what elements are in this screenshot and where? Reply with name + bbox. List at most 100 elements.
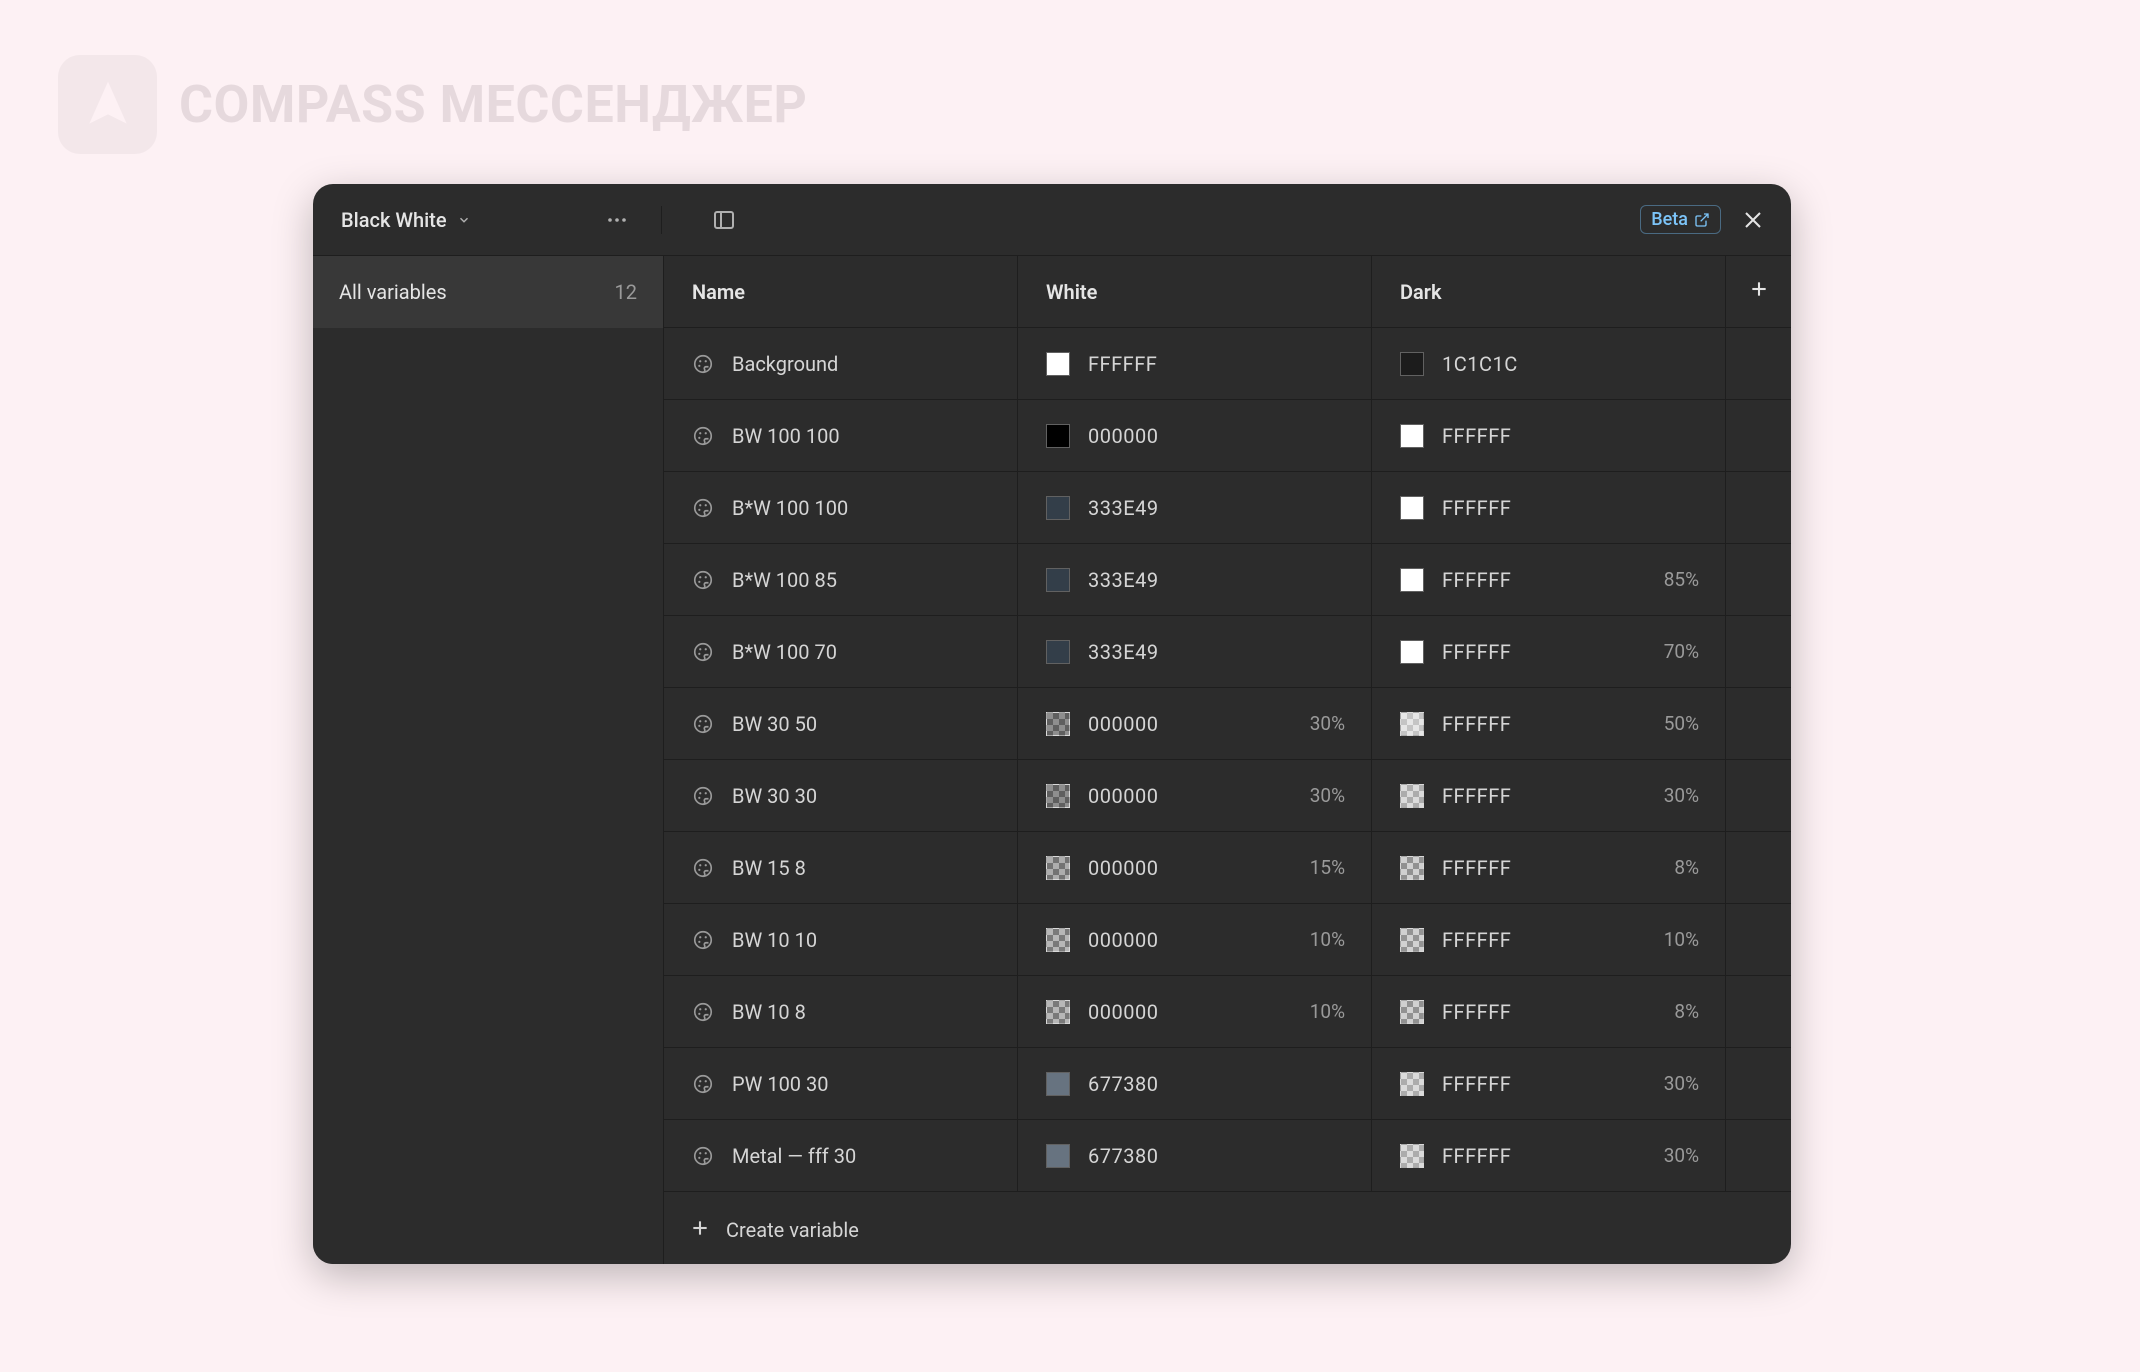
mode-white-cell[interactable]: 677380 (1018, 1048, 1372, 1119)
row-spacer (1726, 760, 1791, 831)
table-row[interactable]: BW 10 800000010%FFFFFF8% (664, 976, 1791, 1048)
mode-white-cell[interactable]: FFFFFF (1018, 328, 1372, 399)
mode-dark-cell[interactable]: FFFFFF10% (1372, 904, 1726, 975)
plus-icon (690, 1218, 710, 1243)
variable-name-cell[interactable]: BW 10 10 (664, 904, 1018, 975)
collection-name: Black White (341, 208, 447, 232)
table-row[interactable]: B*W 100 70 333E49 FFFFFF 70% (664, 616, 1791, 688)
opacity-value: 70% (1664, 640, 1699, 663)
column-header-mode-white[interactable]: White (1018, 256, 1372, 327)
add-mode-button[interactable] (1726, 256, 1791, 327)
mode-dark-cell[interactable]: FFFFFF (1372, 472, 1726, 543)
variable-name-cell[interactable]: BW 15 8 (664, 832, 1018, 903)
brand-title: COMPASS МЕССЕНДЖЕР (179, 74, 807, 135)
table-row[interactable]: BW 10 1000000010%FFFFFF10% (664, 904, 1791, 976)
mode-dark-cell[interactable]: FFFFFF50% (1372, 688, 1726, 759)
variable-name: B*W 100 70 (732, 640, 837, 664)
mode-white-cell[interactable]: 333E49 (1018, 544, 1372, 615)
create-variable-button[interactable]: Create variable (664, 1196, 1791, 1264)
mode-white-cell[interactable]: 00000010% (1018, 976, 1372, 1047)
table-header: Name White Dark (664, 256, 1791, 328)
color-swatch (1046, 712, 1070, 736)
table-row[interactable]: BW 30 5000000030%FFFFFF50% (664, 688, 1791, 760)
color-variable-icon (692, 641, 714, 663)
sidebar-item-all-variables[interactable]: All variables 12 (313, 256, 663, 328)
hex-value: FFFFFF (1442, 1144, 1511, 1168)
color-swatch (1400, 640, 1424, 664)
variable-name-cell[interactable]: BW 30 50 (664, 688, 1018, 759)
opacity-value: 30% (1310, 712, 1345, 735)
mode-white-cell[interactable]: 00000030% (1018, 760, 1372, 831)
collection-dropdown[interactable]: Black White (313, 208, 603, 232)
color-variable-icon (692, 1145, 714, 1167)
mode-white-cell[interactable]: 00000015% (1018, 832, 1372, 903)
variable-name-cell[interactable]: BW 100 100 (664, 400, 1018, 471)
row-spacer (1726, 976, 1791, 1047)
hex-value: FFFFFF (1442, 1072, 1511, 1096)
mode-dark-cell[interactable]: FFFFFF 30% (1372, 760, 1726, 831)
table-row[interactable]: BW 30 3000000030% FFFFFF 30% (664, 760, 1791, 832)
external-link-icon (1694, 212, 1710, 228)
hex-value: FFFFFF (1442, 640, 1511, 664)
mode-white-cell[interactable]: 333E49 (1018, 616, 1372, 687)
close-button[interactable] (1739, 206, 1767, 234)
color-swatch (1400, 424, 1424, 448)
hex-value: FFFFFF (1088, 352, 1157, 376)
variable-name-cell[interactable]: B*W 100 100 (664, 472, 1018, 543)
sidebar-toggle-button[interactable] (710, 206, 738, 234)
mode-dark-cell[interactable]: FFFFFF8% (1372, 832, 1726, 903)
mode-dark-cell[interactable]: FFFFFF8% (1372, 976, 1726, 1047)
mode-dark-cell[interactable]: FFFFFF 30% (1372, 1120, 1726, 1191)
row-spacer (1726, 832, 1791, 903)
variable-name-cell[interactable]: BW 10 8 (664, 976, 1018, 1047)
variable-name-cell[interactable]: Metal — fff 30 (664, 1120, 1018, 1191)
opacity-value: 30% (1664, 784, 1699, 807)
sidebar: All variables 12 (313, 256, 664, 1264)
row-spacer (1726, 400, 1791, 471)
table-row[interactable]: BW 15 800000015%FFFFFF8% (664, 832, 1791, 904)
table-row[interactable]: Metal — fff 30677380 FFFFFF 30% (664, 1120, 1791, 1192)
variable-name-cell[interactable]: PW 100 30 (664, 1048, 1018, 1119)
color-swatch (1400, 1000, 1424, 1024)
table-rows: BackgroundFFFFFF1C1C1CBW 100 100000000FF… (664, 328, 1791, 1196)
table-row[interactable]: PW 100 30 677380 FFFFFF 30% (664, 1048, 1791, 1120)
table-row[interactable]: B*W 100 100333E49FFFFFF (664, 472, 1791, 544)
mode-dark-cell[interactable]: FFFFFF (1372, 400, 1726, 471)
opacity-value: 30% (1310, 784, 1345, 807)
color-variable-icon (692, 569, 714, 591)
panel-left-icon (712, 208, 736, 232)
mode-dark-cell[interactable]: FFFFFF 70% (1372, 616, 1726, 687)
variable-name-cell[interactable]: BW 30 30 (664, 760, 1018, 831)
table-row[interactable]: Background FFFFFF 1C1C1C (664, 328, 1791, 400)
opacity-value: 15% (1310, 856, 1345, 879)
mode-white-cell[interactable]: 00000010% (1018, 904, 1372, 975)
variable-name: B*W 100 85 (732, 568, 837, 592)
column-header-name[interactable]: Name (664, 256, 1018, 327)
mode-white-cell[interactable]: 333E49 (1018, 472, 1372, 543)
brand-logo (58, 55, 157, 154)
panel-body: All variables 12 Name White Dark Backgro… (313, 256, 1791, 1264)
variable-name-cell[interactable]: Background (664, 328, 1018, 399)
variable-name: BW 100 100 (732, 424, 840, 448)
variables-table: Name White Dark BackgroundFFFFFF1C1C1CBW… (664, 256, 1791, 1264)
opacity-value: 30% (1664, 1144, 1699, 1167)
more-options-button[interactable] (603, 206, 631, 234)
color-swatch (1400, 568, 1424, 592)
row-spacer (1726, 904, 1791, 975)
mode-white-cell[interactable]: 677380 (1018, 1120, 1372, 1191)
hex-value: FFFFFF (1442, 784, 1511, 808)
mode-dark-cell[interactable]: FFFFFF 30% (1372, 1048, 1726, 1119)
table-row[interactable]: BW 100 100 000000FFFFFF (664, 400, 1791, 472)
mode-white-cell[interactable]: 00000030% (1018, 688, 1372, 759)
variable-name: PW 100 30 (732, 1072, 828, 1096)
mode-white-cell[interactable]: 000000 (1018, 400, 1372, 471)
row-spacer (1726, 688, 1791, 759)
mode-dark-cell[interactable]: 1C1C1C (1372, 328, 1726, 399)
beta-badge[interactable]: Beta (1640, 205, 1721, 234)
variable-name-cell[interactable]: B*W 100 85 (664, 544, 1018, 615)
mode-dark-cell[interactable]: FFFFFF85% (1372, 544, 1726, 615)
variable-name-cell[interactable]: B*W 100 70 (664, 616, 1018, 687)
opacity-value: 30% (1664, 1072, 1699, 1095)
table-row[interactable]: B*W 100 85 333E49FFFFFF85% (664, 544, 1791, 616)
column-header-mode-dark[interactable]: Dark (1372, 256, 1726, 327)
